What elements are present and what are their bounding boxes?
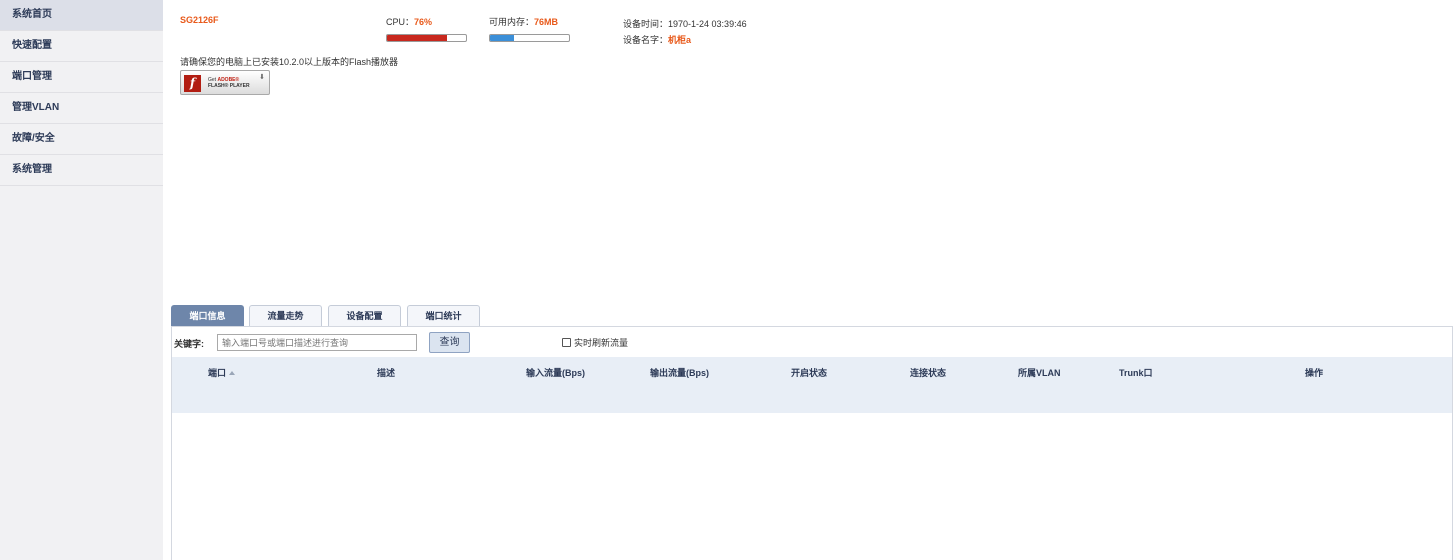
device-time-value: 1970-1-24 03:39:46 bbox=[668, 19, 747, 29]
cpu-label-text: CPU： bbox=[386, 17, 415, 27]
realtime-refresh-label: 实时刷新流量 bbox=[574, 338, 629, 348]
memory-label: 可用内存：76MB bbox=[489, 15, 558, 28]
col-output-traffic: 输出流量(Bps) bbox=[650, 368, 709, 378]
flash-badge-player: FLASH® PLAYER bbox=[208, 83, 250, 89]
col-actions: 操作 bbox=[1305, 368, 1324, 378]
memory-label-text: 可用内存： bbox=[489, 17, 535, 27]
col-description: 描述 bbox=[377, 368, 396, 378]
sidebar-item-home[interactable]: 系统首页 bbox=[0, 0, 163, 31]
col-vlan: 所属VLAN bbox=[1018, 368, 1061, 378]
checkbox-icon[interactable] bbox=[562, 338, 571, 347]
sidebar-item-quick-config[interactable]: 快速配置 bbox=[0, 31, 163, 62]
device-name: 设备名字：机柜a bbox=[623, 33, 691, 46]
get-flash-player-button[interactable]: f Get ADOBE® FLASH® PLAYER ⬇ bbox=[180, 70, 270, 95]
sidebar-nav: 系统首页 快速配置 端口管理 管理VLAN 故障/安全 系统管理 bbox=[0, 0, 163, 560]
search-input[interactable] bbox=[217, 334, 417, 351]
cpu-usage-fill bbox=[387, 35, 448, 41]
port-info-panel: 关键字: 查询 实时刷新流量 端口 描述 输入流量(Bps) 输出流量(Bps)… bbox=[171, 326, 1453, 560]
cpu-usage-bar bbox=[386, 34, 467, 42]
col-port[interactable]: 端口 bbox=[208, 366, 236, 379]
device-time: 设备时间：1970-1-24 03:39:46 bbox=[623, 17, 747, 30]
memory-usage-fill bbox=[490, 35, 514, 41]
tab-port-statistics[interactable]: 端口统计 bbox=[407, 305, 480, 326]
col-port-label: 端口 bbox=[208, 368, 227, 378]
sidebar-item-system-management[interactable]: 系统管理 bbox=[0, 155, 163, 186]
col-enable-status: 开启状态 bbox=[791, 368, 828, 378]
flash-requirement-note: 请确保您的电脑上已安装10.2.0以上版本的Flash播放器 bbox=[180, 57, 399, 67]
cpu-value: 76% bbox=[414, 17, 433, 27]
query-button[interactable]: 查询 bbox=[429, 332, 470, 353]
memory-value: 76MB bbox=[534, 17, 559, 27]
sidebar-item-fault-security[interactable]: 故障/安全 bbox=[0, 124, 163, 155]
device-time-label: 设备时间： bbox=[623, 19, 669, 29]
sidebar-item-manage-vlan[interactable]: 管理VLAN bbox=[0, 93, 163, 124]
tab-port-info[interactable]: 端口信息 bbox=[171, 305, 244, 326]
cpu-usage-label: CPU：76% bbox=[386, 15, 432, 28]
realtime-refresh-checkbox[interactable]: 实时刷新流量 bbox=[562, 336, 628, 349]
download-icon: ⬇ bbox=[259, 74, 265, 81]
tab-traffic-trend[interactable]: 流量走势 bbox=[249, 305, 322, 326]
memory-usage-bar bbox=[489, 34, 570, 42]
col-input-traffic: 输入流量(Bps) bbox=[526, 368, 585, 378]
device-model: SG2126F bbox=[180, 15, 219, 25]
tab-device-config[interactable]: 设备配置 bbox=[328, 305, 401, 326]
col-trunk: Trunk口 bbox=[1119, 368, 1153, 378]
keyword-label: 关键字: bbox=[174, 339, 204, 349]
col-link-status: 连接状态 bbox=[910, 368, 947, 378]
table-header: 端口 描述 输入流量(Bps) 输出流量(Bps) 开启状态 连接状态 所属VL… bbox=[172, 357, 1452, 413]
main-content: SG2126F CPU：76% 可用内存：76MB 设备时间：1970-1-24… bbox=[163, 0, 1453, 560]
sort-asc-icon[interactable] bbox=[229, 371, 236, 375]
sidebar-item-port-management[interactable]: 端口管理 bbox=[0, 62, 163, 93]
flash-logo-icon: f bbox=[184, 75, 201, 92]
device-name-label: 设备名字： bbox=[623, 35, 669, 45]
device-name-value: 机柜a bbox=[668, 35, 692, 45]
